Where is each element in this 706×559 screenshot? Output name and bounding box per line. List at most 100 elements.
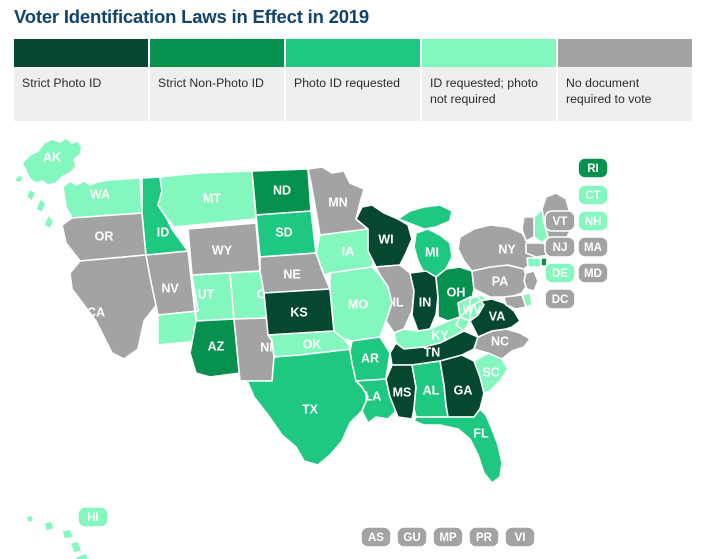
state-shape-CT[interactable]	[526, 257, 542, 268]
state-label-IL: IL	[392, 295, 403, 309]
state-label-MS: MS	[393, 385, 412, 399]
state-shape-RI[interactable]	[540, 257, 548, 267]
state-label-MT: MT	[203, 191, 221, 205]
legend-swatch-strict-photo-id	[14, 39, 148, 67]
legend-label-photo-id-requested: Photo ID requested	[286, 67, 420, 121]
page-title: Voter Identification Laws in Effect in 2…	[14, 6, 369, 27]
state-label-ID: ID	[157, 225, 170, 239]
state-label-OK: OK	[303, 337, 322, 351]
pill-NH[interactable]: NH	[577, 210, 609, 232]
state-AZ[interactable]: AZ	[189, 318, 241, 378]
state-label-OR: OR	[95, 229, 114, 243]
legend-swatch-no-document-required	[558, 39, 692, 67]
legend-item-no-document-required[interactable]: No document required to vote	[558, 39, 692, 121]
state-IN[interactable]: IN	[409, 270, 439, 332]
state-label-UT: UT	[198, 287, 215, 301]
territory-label-GU: GU	[403, 532, 420, 544]
territory-label-MP: MP	[439, 532, 457, 544]
pill-label-DE: DE	[552, 268, 568, 280]
state-label-FL: FL	[473, 426, 489, 440]
state-shape-NJ[interactable]	[523, 270, 539, 292]
legend-label-strict-non-photo-id: Strict Non-Photo ID	[150, 67, 284, 121]
us-choropleth-map: AK WA OR CA NV ID MT WY UT AZ NM ND SD N…	[0, 125, 706, 559]
pill-MA[interactable]: MA	[577, 236, 609, 258]
state-label-MO: MO	[348, 297, 368, 311]
state-OR[interactable]: OR	[61, 212, 147, 262]
state-label-IA: IA	[342, 244, 355, 258]
legend-item-strict-photo-id[interactable]: Strict Photo ID	[14, 39, 150, 121]
state-label-OH: OH	[447, 285, 466, 299]
state-label-LA: LA	[365, 389, 382, 403]
state-label-MN: MN	[328, 195, 347, 209]
state-label-MI: MI	[425, 245, 439, 259]
state-label-NC: NC	[491, 334, 509, 348]
state-label-ND: ND	[273, 183, 291, 197]
pill-label-NH: NH	[585, 216, 602, 228]
state-MT[interactable]: MT	[157, 170, 257, 228]
pill-label-DC: DC	[552, 294, 569, 306]
pill-VT[interactable]: VT	[544, 210, 576, 232]
territory-label-PR: PR	[476, 532, 493, 544]
state-label-WY: WY	[212, 243, 233, 257]
legend: Strict Photo ID Strict Non-Photo ID Phot…	[14, 39, 692, 121]
pill-MD[interactable]: MD	[577, 262, 609, 284]
state-HI[interactable]: HI	[25, 506, 109, 559]
legend-item-strict-non-photo-id[interactable]: Strict Non-Photo ID	[150, 39, 286, 121]
territory-label-VI: VI	[515, 532, 526, 544]
state-label-AK: AK	[43, 150, 61, 164]
territory-GU[interactable]: GU	[396, 526, 428, 548]
state-label-WV: WV	[463, 305, 482, 317]
pill-DC[interactable]: DC	[544, 288, 576, 310]
pill-CT[interactable]: CT	[577, 184, 609, 206]
state-label-PA: PA	[492, 274, 508, 288]
state-label-GA: GA	[454, 383, 473, 397]
pill-label-VT: VT	[553, 216, 568, 228]
state-label-NE: NE	[283, 267, 300, 281]
state-SD[interactable]: SD	[255, 210, 317, 258]
legend-label-id-requested-no-photo: ID requested; photo not required	[422, 67, 556, 121]
state-WA[interactable]: WA	[62, 177, 143, 219]
legend-item-photo-id-requested[interactable]: Photo ID requested	[286, 39, 422, 121]
state-CA[interactable]: CA	[69, 254, 159, 360]
state-label-VA: VA	[489, 309, 505, 323]
state-ND[interactable]: ND	[251, 168, 312, 216]
territory-MP[interactable]: MP	[432, 526, 464, 548]
pill-label-MA: MA	[584, 242, 602, 254]
pill-label-RI: RI	[587, 163, 599, 175]
state-AR[interactable]: AR	[349, 336, 391, 382]
state-label-SC: SC	[482, 365, 499, 379]
state-label-AL: AL	[423, 383, 440, 397]
pill-RI[interactable]: RI	[577, 157, 609, 179]
state-label-TN: TN	[424, 345, 441, 359]
pill-label-CT: CT	[585, 190, 600, 202]
state-label-AR: AR	[361, 351, 379, 365]
infographic-root: Voter Identification Laws in Effect in 2…	[0, 0, 706, 559]
state-label-WA: WA	[90, 187, 110, 201]
legend-item-id-requested-no-photo[interactable]: ID requested; photo not required	[422, 39, 558, 121]
state-label-TX: TX	[302, 402, 319, 416]
state-label-CA: CA	[87, 305, 105, 319]
territory-VI[interactable]: VI	[504, 526, 536, 548]
state-label-KS: KS	[290, 305, 307, 319]
state-label-NY: NY	[498, 242, 516, 256]
state-WY[interactable]: WY	[187, 222, 261, 276]
state-MN[interactable]: MN	[307, 166, 369, 236]
state-FL[interactable]: FL	[413, 408, 503, 484]
state-label-WI: WI	[378, 232, 393, 246]
state-KS[interactable]: KS	[263, 288, 335, 336]
pill-NJ[interactable]: NJ	[544, 236, 576, 258]
legend-swatch-id-requested-no-photo	[422, 39, 556, 67]
territory-PR[interactable]: PR	[468, 526, 500, 548]
state-label-HI: HI	[87, 512, 99, 524]
state-label-NV: NV	[161, 281, 179, 295]
state-label-SD: SD	[275, 225, 292, 239]
pill-DE[interactable]: DE	[544, 262, 576, 284]
legend-label-strict-photo-id: Strict Photo ID	[14, 67, 148, 121]
pill-label-NJ: NJ	[553, 242, 568, 254]
legend-swatch-strict-non-photo-id	[150, 39, 284, 67]
pill-label-MD: MD	[584, 268, 602, 280]
state-label-AZ: AZ	[208, 339, 225, 353]
territory-AS[interactable]: AS	[360, 526, 392, 548]
state-label-IN: IN	[419, 295, 432, 309]
legend-label-no-document-required: No document required to vote	[558, 67, 692, 121]
